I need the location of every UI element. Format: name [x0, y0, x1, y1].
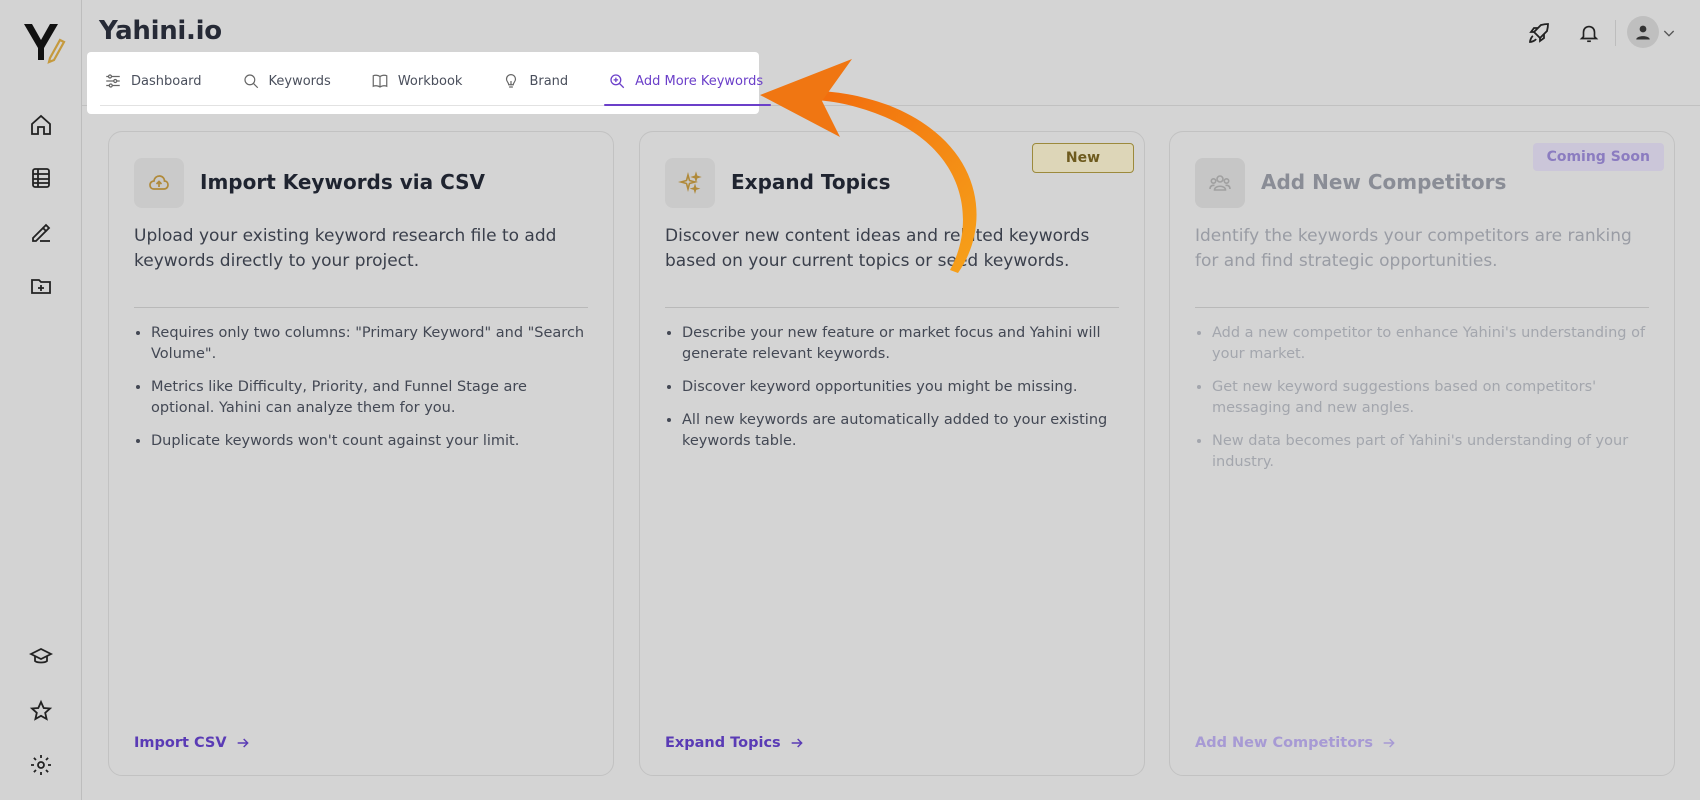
tab-label: Workbook [397, 73, 463, 89]
tab-keywords[interactable]: Keywords [238, 70, 335, 106]
tab-label: Dashboard [131, 73, 202, 89]
import-csv-card: Import Keywords via CSV Upload your exis… [108, 131, 614, 776]
tab-label: Add More Keywords [635, 73, 764, 89]
expand-topics-link[interactable]: Expand Topics [665, 735, 805, 751]
avatar[interactable] [1627, 16, 1659, 48]
lightbulb-icon [506, 74, 517, 88]
list-item: All new keywords are automatically added… [682, 410, 1122, 452]
arrow-right-icon [791, 738, 803, 748]
list-item: Duplicate keywords won't count against y… [151, 431, 591, 452]
list-item: Requires only two columns: "Primary Keyw… [151, 323, 591, 365]
tab-label: Keywords [268, 73, 331, 89]
yahini-logo[interactable] [22, 20, 66, 64]
app-title: Yahini.io [99, 16, 222, 46]
card-description: Upload your existing keyword research fi… [134, 226, 557, 271]
tab-dashboard[interactable]: Dashboard [100, 70, 206, 106]
table-icon[interactable] [27, 164, 55, 192]
header-actions [1500, 14, 1700, 54]
star-icon[interactable] [27, 697, 55, 725]
folder-add-icon[interactable] [27, 272, 55, 300]
zoom-plus-icon [610, 74, 625, 89]
list-item: New data becomes part of Yahini's unders… [1212, 431, 1652, 473]
link-label: Expand Topics [665, 735, 781, 751]
arrow-right-icon [1383, 738, 1395, 748]
gear-icon[interactable] [27, 751, 55, 779]
pen-edit-icon[interactable] [27, 218, 55, 246]
card-title: Import Keywords via CSV [200, 170, 486, 194]
rocket-icon[interactable] [1522, 16, 1556, 50]
card-title: Expand Topics [731, 170, 891, 194]
list-item: Add a new competitor to enhance Yahini's… [1212, 323, 1652, 365]
link-label: Add New Competitors [1195, 735, 1373, 751]
sidebar [0, 0, 82, 800]
card-description: Identify the keywords your competitors a… [1195, 226, 1632, 271]
arrow-right-icon [237, 738, 249, 748]
sliders-icon [106, 74, 120, 88]
card-divider [1195, 307, 1649, 308]
tab-label: Brand [529, 73, 569, 89]
list-item: Describe your new feature or market focu… [682, 323, 1122, 365]
chevron-down-icon[interactable] [1658, 16, 1680, 50]
header-divider [1615, 20, 1616, 46]
add-competitors-card: Coming Soon Add New Competitors Identify… [1169, 131, 1675, 776]
tab-brand[interactable]: Brand [498, 70, 572, 106]
card-description: Discover new content ideas and related k… [665, 226, 1090, 271]
card-bullet-list: Describe your new feature or market focu… [682, 323, 1122, 464]
nav-tabs: Dashboard Keywords Workbook Brand Add Mo… [100, 70, 799, 106]
new-badge: New [1032, 143, 1134, 173]
coming-soon-badge: Coming Soon [1532, 143, 1664, 171]
import-csv-link[interactable]: Import CSV [134, 735, 251, 751]
home-icon[interactable] [27, 111, 55, 139]
graduation-cap-icon[interactable] [27, 643, 55, 671]
cloud-upload-icon [134, 158, 184, 208]
bell-icon[interactable] [1572, 16, 1606, 50]
tab-add-more-keywords[interactable]: Add More Keywords [604, 70, 772, 106]
card-bullet-list: Requires only two columns: "Primary Keyw… [151, 323, 591, 464]
card-title: Add New Competitors [1261, 170, 1507, 194]
card-bullet-list: Add a new competitor to enhance Yahini's… [1212, 323, 1652, 485]
card-divider [665, 307, 1119, 308]
link-label: Import CSV [134, 735, 227, 751]
search-icon [243, 74, 258, 89]
list-item: Metrics like Difficulty, Priority, and F… [151, 377, 591, 419]
expand-topics-card: New Expand Topics Discover new content i… [639, 131, 1145, 776]
users-icon [1195, 158, 1245, 208]
card-divider [134, 307, 588, 308]
list-item: Get new keyword suggestions based on com… [1212, 377, 1652, 419]
list-item: Discover keyword opportunities you might… [682, 377, 1122, 398]
add-competitors-link: Add New Competitors [1195, 735, 1397, 751]
tab-workbook[interactable]: Workbook [367, 70, 467, 106]
sparkles-icon [665, 158, 715, 208]
book-icon [372, 74, 388, 88]
